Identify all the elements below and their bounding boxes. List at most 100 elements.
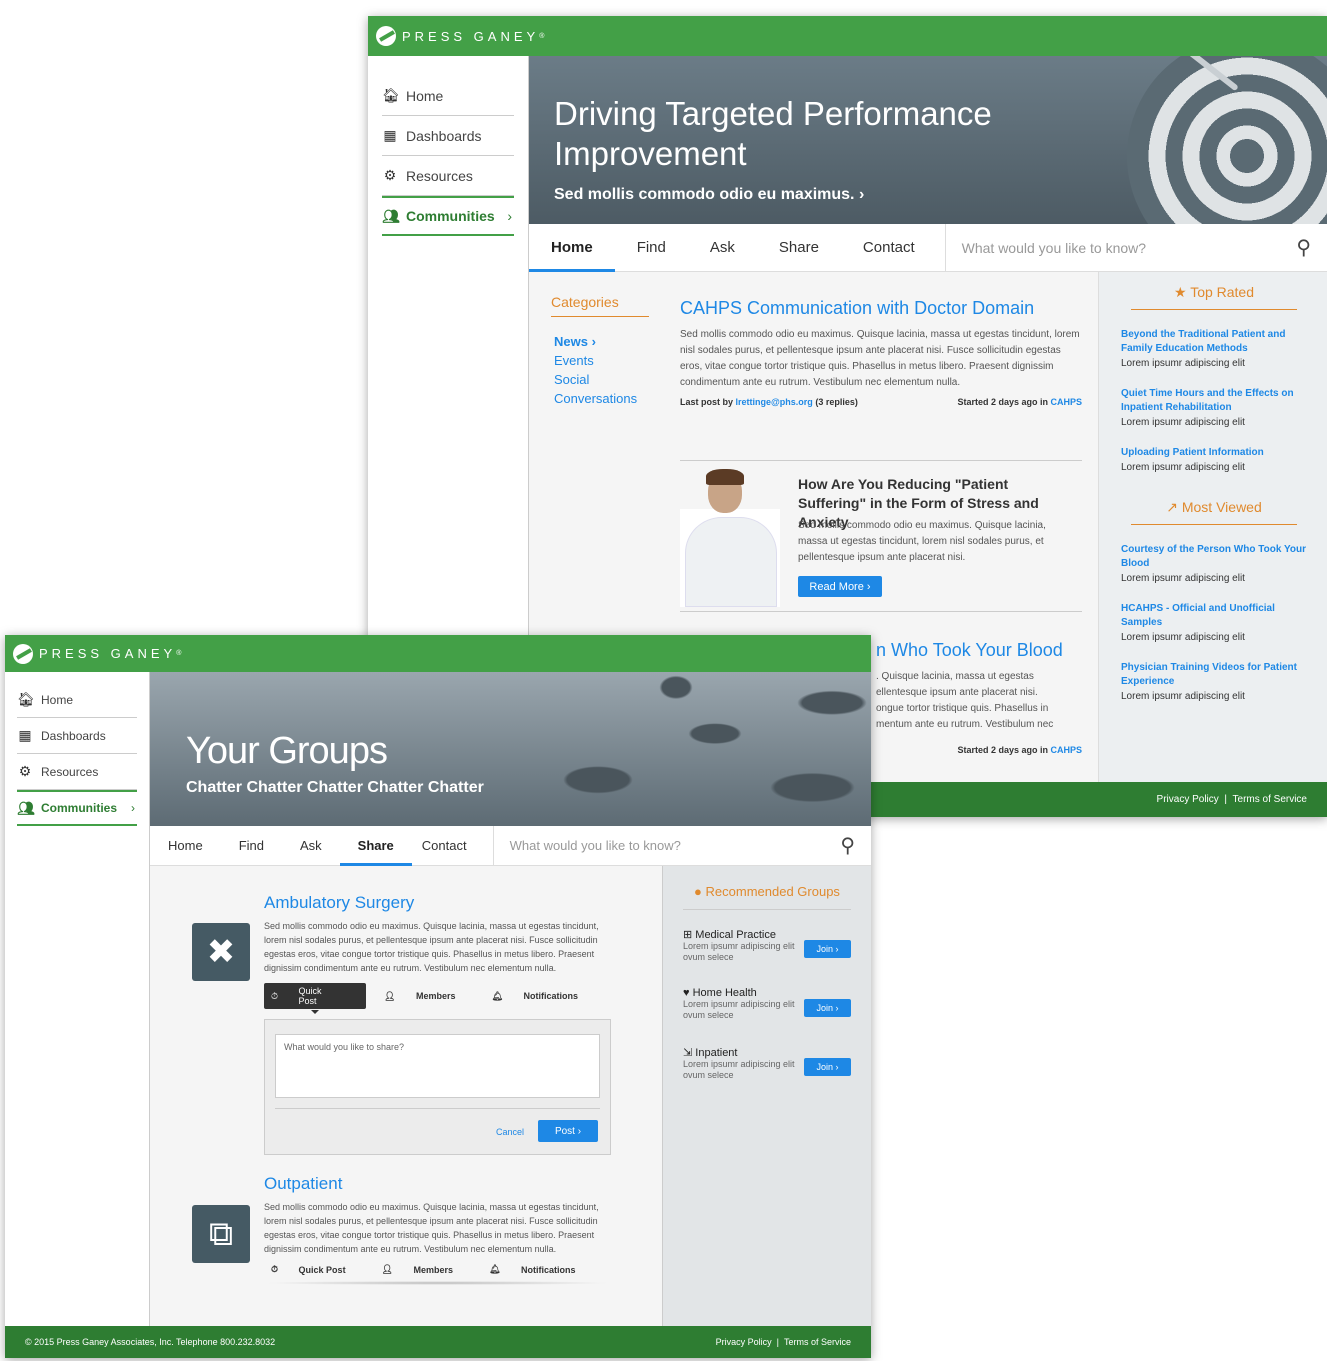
- category-link[interactable]: CAHPS: [1050, 745, 1082, 755]
- group-description: Sed mollis commodo odio eu maximus. Quis…: [264, 1202, 599, 1254]
- list-item-title[interactable]: Physician Training Videos for Patient Ex…: [1121, 661, 1307, 689]
- tab-ask[interactable]: Ask: [282, 826, 340, 865]
- list-item-title[interactable]: Beyond the Traditional Patient and Famil…: [1121, 328, 1307, 356]
- join-button[interactable]: Join ›: [804, 999, 851, 1017]
- side-nav: 🏠︎ Home ▦ Dashboards ⚙ Resources 👥︎ Communit…: [5, 672, 150, 1326]
- privacy-policy-link[interactable]: Privacy Policy: [1157, 794, 1219, 805]
- recommended-group-title[interactable]: Inpatient: [695, 1047, 737, 1059]
- list-item-title[interactable]: HCAHPS - Official and Unofficial Samples: [1121, 602, 1307, 630]
- main-content: ✖ Ambulatory Surgery Sed mollis commodo …: [150, 866, 662, 1326]
- featured-body: Sed mollis commodo odio eu maximus. Quis…: [798, 520, 1046, 563]
- join-button[interactable]: Join ›: [804, 940, 851, 958]
- press-ganey-logo[interactable]: PRESS GANEY ®: [13, 643, 181, 664]
- tab-find[interactable]: Find: [615, 224, 688, 271]
- tab-share[interactable]: Share: [757, 224, 841, 271]
- user-icon: 👤︎: [384, 990, 396, 1001]
- privacy-policy-link[interactable]: Privacy Policy: [716, 1337, 772, 1347]
- top-bar: PRESS GANEY ®: [5, 635, 871, 672]
- quick-post-button[interactable]: ⏱ Quick Post: [264, 983, 367, 1014]
- notifications-button[interactable]: 🔔︎ Notifications: [489, 1264, 593, 1275]
- hero-banner: Driving Targeted Performance Improvement…: [529, 56, 1327, 224]
- list-item-title[interactable]: Quiet Time Hours and the Effects on Inpa…: [1121, 387, 1307, 415]
- members-button[interactable]: 👤︎ Members: [382, 1264, 471, 1275]
- terms-of-service-link[interactable]: Terms of Service: [1233, 794, 1307, 805]
- quick-post-button[interactable]: ⏱ Quick Post: [271, 1264, 364, 1275]
- category-conversations[interactable]: Conversations: [554, 389, 637, 408]
- nav-communities[interactable]: 👥︎ Communities ›: [17, 790, 137, 826]
- doctor-photo: [680, 467, 780, 607]
- tab-share[interactable]: Share: [339, 826, 412, 866]
- most-viewed-heading: ↗ Most Viewed: [1131, 499, 1297, 525]
- category-events[interactable]: Events: [554, 351, 637, 370]
- right-sidebar: ● Recommended Groups ⊞ Medical Practice …: [662, 866, 871, 1326]
- hero-subtitle: Chatter Chatter Chatter Chatter Chatter: [186, 779, 484, 796]
- cancel-button[interactable]: Cancel: [496, 1127, 524, 1137]
- post-button[interactable]: Post ›: [538, 1120, 598, 1142]
- category-link[interactable]: CAHPS: [1050, 397, 1082, 407]
- enter-icon: ⇲: [683, 1047, 693, 1059]
- top-bar: PRESS GANEY ®: [368, 16, 1327, 56]
- category-news[interactable]: News ›: [554, 332, 637, 351]
- group-badge-icon: ●: [694, 884, 702, 899]
- group-description: Sed mollis commodo odio eu maximus. Quis…: [264, 921, 599, 973]
- nav-home[interactable]: 🏠︎ Home: [382, 76, 514, 116]
- clock-icon: ⏱: [271, 1264, 279, 1274]
- nav-communities[interactable]: 👥︎ Communities ›: [382, 196, 514, 236]
- list-item-title[interactable]: Uploading Patient Information: [1121, 446, 1307, 460]
- group-actions: ⏱ Quick Post 👤︎ Members 🔔︎ Notifications: [264, 1264, 614, 1275]
- tab-bar: Home Find Ask Share Contact What would y…: [529, 224, 1327, 272]
- group-actions: ⏱ Quick Post 👤︎ Members 🔔︎ Notifications: [264, 983, 614, 1014]
- article-title[interactable]: CAHPS Communication with Doctor Domain: [680, 298, 1082, 319]
- tab-contact[interactable]: Contact: [412, 826, 485, 865]
- search-icon[interactable]: ⚲: [840, 833, 855, 858]
- tab-find[interactable]: Find: [221, 826, 282, 865]
- home-icon: 🏠︎: [17, 691, 35, 707]
- tab-home[interactable]: Home: [529, 224, 615, 272]
- plus-square-icon: ⊞: [683, 929, 693, 941]
- members-button[interactable]: 👤︎ Members: [384, 991, 473, 1002]
- tab-ask[interactable]: Ask: [688, 224, 757, 271]
- press-ganey-logo[interactable]: PRESS GANEY ®: [376, 26, 544, 46]
- people-icon: 👥︎: [17, 799, 35, 816]
- list-item: Quiet Time Hours and the Effects on Inpa…: [1121, 387, 1307, 428]
- article-meta: Last post by lrettinge@phs.org (3 replie…: [680, 397, 1082, 407]
- logo-mark-icon: [376, 26, 396, 46]
- nav-home[interactable]: 🏠︎ Home: [17, 682, 137, 718]
- search-icon[interactable]: ⚲: [1296, 235, 1311, 260]
- hero-banner: Your Groups Chatter Chatter Chatter Chat…: [150, 672, 871, 826]
- nav-dashboards[interactable]: ▦ Dashboards: [17, 718, 137, 754]
- right-sidebar: ★ Top Rated Beyond the Traditional Patie…: [1098, 272, 1327, 782]
- nav-resources[interactable]: ⚙ Resources: [382, 156, 514, 196]
- group-title[interactable]: Ambulatory Surgery: [264, 893, 614, 913]
- list-item-title[interactable]: Courtesy of the Person Who Took Your Blo…: [1121, 543, 1307, 571]
- article-body: Sed mollis commodo odio eu maximus. Quis…: [680, 329, 1080, 388]
- copyright-text: © 2015 Press Ganey Associates, Inc. Tele…: [25, 1337, 276, 1347]
- tab-contact[interactable]: Contact: [841, 224, 937, 271]
- quick-post-panel: What would you like to share? Cancel Pos…: [264, 1019, 611, 1155]
- nav-resources[interactable]: ⚙ Resources: [17, 754, 137, 790]
- recommended-group-item: ⊞ Medical Practice Lorem ipsumr adipisci…: [683, 928, 851, 987]
- search-input[interactable]: What would you like to know? ⚲: [944, 224, 1327, 271]
- tab-home[interactable]: Home: [150, 826, 221, 865]
- search-input[interactable]: What would you like to know? ⚲: [492, 826, 871, 865]
- recommended-group-title[interactable]: Medical Practice: [695, 929, 776, 941]
- category-social[interactable]: Social: [554, 370, 637, 389]
- join-button[interactable]: Join ›: [804, 1058, 851, 1076]
- tab-bar: Home Find Ask Share Contact What would y…: [150, 826, 871, 866]
- notifications-button[interactable]: 🔔︎ Notifications: [492, 991, 596, 1002]
- nav-dashboards[interactable]: ▦ Dashboards: [382, 116, 514, 156]
- author-link[interactable]: lrettinge@phs.org: [736, 397, 813, 407]
- bell-icon: 🔔︎: [489, 1264, 501, 1274]
- front-window: PRESS GANEY ® 🏠︎ Home ▦ Dashboards ⚙ Resourc…: [5, 635, 871, 1358]
- terms-of-service-link[interactable]: Terms of Service: [784, 1337, 851, 1347]
- share-textarea[interactable]: What would you like to share?: [275, 1034, 600, 1098]
- hero-subtitle-link[interactable]: Sed mollis commodo odio eu maximus. ›: [554, 186, 864, 204]
- read-more-button[interactable]: Read More ›: [798, 576, 882, 597]
- recommended-groups-heading: ● Recommended Groups: [683, 884, 851, 910]
- trending-icon: ↗: [1166, 499, 1178, 515]
- network-people-image: [481, 672, 871, 826]
- recommended-group-title[interactable]: Home Health: [693, 987, 757, 999]
- recommended-group-item: ⇲ Inpatient Lorem ipsumr adipiscing elit…: [683, 1046, 851, 1105]
- group-title[interactable]: Outpatient: [264, 1174, 614, 1194]
- chevron-right-icon: ›: [507, 208, 512, 224]
